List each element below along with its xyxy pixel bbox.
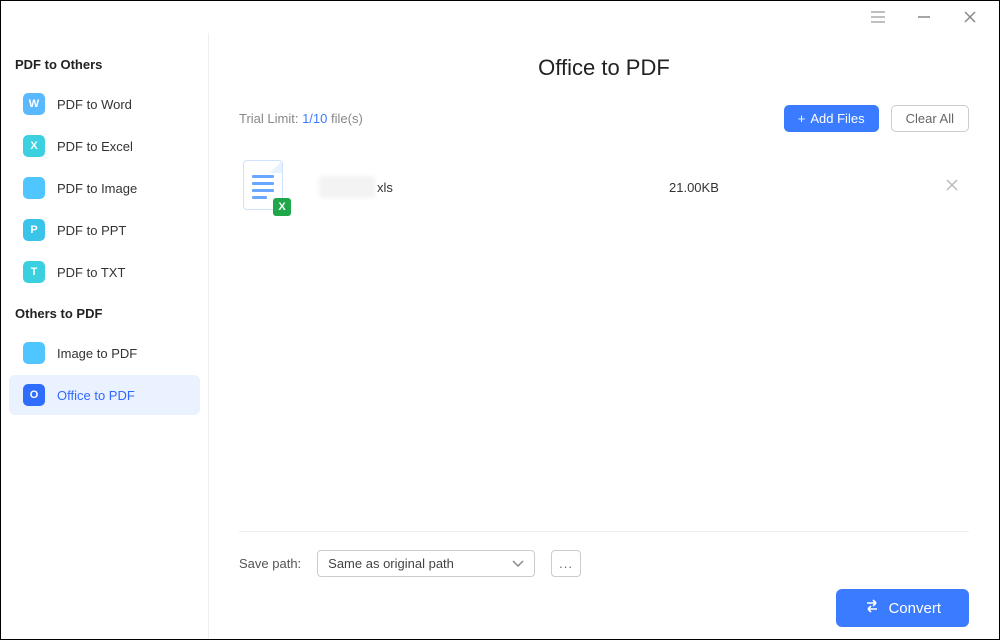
- sidebar-heading-pdf-to-others: PDF to Others: [1, 45, 208, 82]
- trial-suffix: file(s): [327, 111, 362, 126]
- file-extension: xls: [377, 180, 393, 195]
- sidebar-item-pdf-to-excel[interactable]: X PDF to Excel: [9, 126, 200, 166]
- excel-icon: X: [23, 135, 45, 157]
- trial-limit-text: Trial Limit: 1/10 file(s): [239, 111, 363, 126]
- excel-badge-icon: X: [273, 198, 291, 216]
- trial-prefix: Trial Limit:: [239, 111, 302, 126]
- close-icon: [945, 178, 959, 192]
- sidebar-item-pdf-to-txt[interactable]: T PDF to TXT: [9, 252, 200, 292]
- content-area: Office to PDF Trial Limit: 1/10 file(s) …: [209, 33, 999, 639]
- txt-icon: T: [23, 261, 45, 283]
- add-files-label: Add Files: [810, 111, 864, 126]
- sidebar-item-label: Image to PDF: [57, 346, 137, 361]
- sidebar-item-label: PDF to Excel: [57, 139, 133, 154]
- remove-file-button[interactable]: [939, 172, 965, 203]
- save-path-select[interactable]: Same as original path: [317, 550, 535, 577]
- save-path-row: Save path: Same as original path ...: [239, 531, 969, 577]
- sidebar-item-label: Office to PDF: [57, 388, 135, 403]
- file-icon: X: [243, 160, 289, 214]
- sidebar-heading-others-to-pdf: Others to PDF: [1, 294, 208, 331]
- browse-button[interactable]: ...: [551, 550, 581, 577]
- sidebar-item-label: PDF to Word: [57, 97, 132, 112]
- page-title: Office to PDF: [239, 55, 969, 81]
- plus-icon: +: [798, 111, 806, 126]
- minimize-icon[interactable]: [915, 8, 933, 26]
- convert-label: Convert: [888, 600, 941, 617]
- file-name: xls: [319, 176, 519, 198]
- image-icon: [23, 177, 45, 199]
- ppt-icon: P: [23, 219, 45, 241]
- word-icon: W: [23, 93, 45, 115]
- sidebar: PDF to Others W PDF to Word X PDF to Exc…: [1, 33, 209, 639]
- titlebar: [1, 1, 999, 33]
- file-name-redacted: [319, 176, 375, 198]
- sidebar-item-office-to-pdf[interactable]: O Office to PDF: [9, 375, 200, 415]
- chevron-down-icon: [512, 556, 524, 571]
- image-icon: [23, 342, 45, 364]
- sidebar-item-label: PDF to Image: [57, 181, 137, 196]
- save-path-value: Same as original path: [328, 556, 454, 571]
- sidebar-item-pdf-to-image[interactable]: PDF to Image: [9, 168, 200, 208]
- office-icon: O: [23, 384, 45, 406]
- sidebar-item-label: PDF to PPT: [57, 223, 126, 238]
- menu-icon[interactable]: [869, 8, 887, 26]
- sidebar-item-pdf-to-word[interactable]: W PDF to Word: [9, 84, 200, 124]
- file-row: X xls 21.00KB: [239, 160, 969, 214]
- close-icon[interactable]: [961, 8, 979, 26]
- add-files-button[interactable]: + Add Files: [784, 105, 879, 132]
- sidebar-item-image-to-pdf[interactable]: Image to PDF: [9, 333, 200, 373]
- clear-all-button[interactable]: Clear All: [891, 105, 969, 132]
- convert-icon: [864, 599, 880, 617]
- trial-count: 1/10: [302, 111, 327, 126]
- file-size: 21.00KB: [669, 180, 719, 195]
- sidebar-item-pdf-to-ppt[interactable]: P PDF to PPT: [9, 210, 200, 250]
- sidebar-item-label: PDF to TXT: [57, 265, 125, 280]
- convert-button[interactable]: Convert: [836, 589, 969, 627]
- save-path-label: Save path:: [239, 556, 301, 571]
- toolbar-row: Trial Limit: 1/10 file(s) + Add Files Cl…: [239, 105, 969, 132]
